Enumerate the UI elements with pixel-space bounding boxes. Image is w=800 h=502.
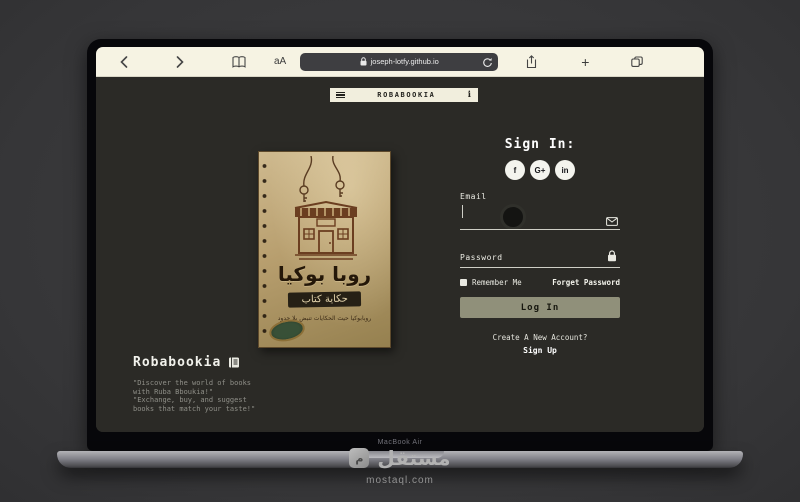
reading-list-icon[interactable] bbox=[232, 55, 246, 68]
email-circle-decoration bbox=[500, 204, 526, 230]
menu-icon[interactable] bbox=[336, 91, 345, 99]
remember-me-label: Remember Me bbox=[472, 278, 522, 287]
email-caret bbox=[462, 205, 463, 218]
address-bar[interactable]: joseph-lotfy.github.io bbox=[300, 52, 499, 71]
facebook-icon[interactable]: f bbox=[505, 160, 525, 180]
screen: aA joseph-lotfy.github.io + ROBABOOKIA i… bbox=[96, 47, 704, 432]
new-tab-button[interactable]: + bbox=[581, 55, 589, 69]
tab-overview-icon[interactable] bbox=[631, 56, 644, 67]
watermark: م مستقل mostaql.com bbox=[0, 446, 800, 486]
signup-link[interactable]: Sign Up bbox=[460, 346, 620, 355]
forward-button[interactable] bbox=[176, 55, 184, 68]
signin-form: Sign In: f G+ in Email Password Remember… bbox=[460, 137, 620, 367]
create-account-text: Create A New Account? bbox=[492, 333, 588, 342]
webpage: ROBABOOKIA i روبا بوكيا حكاية كتاب روباب… bbox=[96, 77, 704, 432]
remember-me-row: Remember Me bbox=[460, 278, 522, 287]
shop-illustration bbox=[294, 200, 358, 260]
book-icon bbox=[229, 357, 240, 368]
envelope-icon bbox=[606, 211, 618, 230]
forget-password-link[interactable]: Forget Password bbox=[552, 278, 620, 287]
share-icon[interactable] bbox=[526, 54, 537, 69]
cover-arabic-title: روبا بوكيا bbox=[277, 262, 372, 286]
book-cover-image: روبا بوكيا حكاية كتاب روبابوكيا حيث الحك… bbox=[258, 151, 391, 348]
quote-line: "Exchange, buy, and suggest bbox=[133, 396, 247, 405]
email-label: Email bbox=[460, 192, 487, 201]
password-lock-icon bbox=[607, 247, 617, 266]
cover-binding-dots bbox=[261, 162, 268, 337]
url-text: joseph-lotfy.github.io bbox=[370, 57, 439, 66]
remember-me-checkbox[interactable] bbox=[460, 279, 467, 286]
device-label: MacBook Air bbox=[377, 439, 423, 446]
site-title: Robabookia bbox=[133, 355, 222, 370]
email-input[interactable] bbox=[460, 229, 620, 230]
password-label: Password bbox=[460, 253, 503, 262]
quote-line: with Ruba Bboukia!" bbox=[133, 387, 214, 396]
site-brand: ROBABOOKIA bbox=[377, 91, 436, 99]
google-plus-icon[interactable]: G+ bbox=[530, 160, 550, 180]
mostaql-logo: م bbox=[349, 448, 370, 468]
watermark-domain: mostaql.com bbox=[366, 475, 434, 486]
brand-block: Robabookia "Discover the world of books … bbox=[133, 355, 323, 413]
info-icon[interactable]: i bbox=[468, 90, 471, 100]
site-navbar: ROBABOOKIA i bbox=[330, 88, 478, 102]
login-button[interactable]: Log In bbox=[460, 297, 620, 318]
keys-doodle bbox=[299, 156, 345, 202]
reader-button[interactable]: aA bbox=[274, 56, 286, 67]
linkedin-icon[interactable]: in bbox=[555, 160, 575, 180]
quote-line: "Discover the world of books bbox=[133, 379, 252, 387]
lock-icon bbox=[360, 57, 367, 66]
password-input[interactable] bbox=[460, 267, 620, 268]
browser-toolbar: aA joseph-lotfy.github.io + bbox=[96, 47, 704, 77]
macbook-frame: aA joseph-lotfy.github.io + ROBABOOKIA i… bbox=[87, 39, 713, 451]
cover-subtitle-band: حكاية كتاب bbox=[287, 291, 362, 308]
back-button[interactable] bbox=[120, 55, 128, 68]
reload-icon[interactable] bbox=[482, 57, 493, 70]
social-login-row: f G+ in bbox=[460, 160, 620, 180]
desktop-background: aA joseph-lotfy.github.io + ROBABOOKIA i… bbox=[0, 0, 800, 502]
signin-heading: Sign In: bbox=[504, 137, 576, 152]
watermark-name: مستقل bbox=[377, 446, 451, 470]
brand-quotes: "Discover the world of books with Ruba B… bbox=[133, 379, 323, 413]
quote-line: books that match your taste!" bbox=[133, 404, 256, 413]
